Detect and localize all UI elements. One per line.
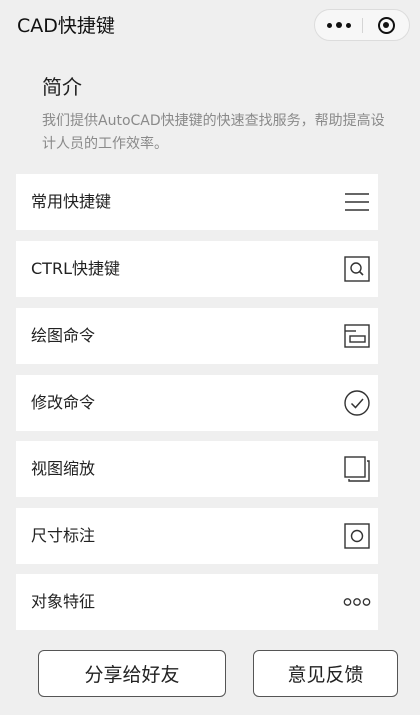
more-options-icon[interactable] xyxy=(315,10,362,40)
search-box-icon xyxy=(344,256,370,282)
intro-heading: 简介 xyxy=(42,75,82,99)
check-circle-icon xyxy=(344,390,370,416)
menu-item-label: 常用快捷键 xyxy=(31,192,112,211)
menu-item-label: 绘图命令 xyxy=(31,326,96,345)
menu-item-label: 视图缩放 xyxy=(31,459,96,478)
mini-program-capsule xyxy=(314,9,410,41)
hamburger-icon xyxy=(345,193,369,211)
page-title: CAD快捷键 xyxy=(17,15,115,37)
menu-item-drawing-commands[interactable]: 绘图命令 xyxy=(16,308,378,364)
menu-item-label: CTRL快捷键 xyxy=(31,259,120,278)
copy-icon xyxy=(344,456,370,482)
folder-icon xyxy=(344,324,370,348)
menu-item-view-zoom[interactable]: 视图缩放 xyxy=(16,441,378,497)
menu-item-dimension[interactable]: 尺寸标注 xyxy=(16,508,378,564)
share-button[interactable]: 分享给好友 xyxy=(38,650,226,697)
feedback-button[interactable]: 意见反馈 xyxy=(253,650,398,697)
navigation-bar: CAD快捷键 xyxy=(0,0,420,52)
intro-description: 我们提供AutoCAD快捷键的快速查找服务，帮助提高设计人员的工作效率。 xyxy=(42,113,385,152)
menu-item-label: 尺寸标注 xyxy=(31,526,96,545)
menu-item-object-properties[interactable]: 对象特征 xyxy=(16,574,378,630)
menu-item-common-shortcuts[interactable]: 常用快捷键 xyxy=(16,174,378,230)
menu-item-label: 对象特征 xyxy=(31,592,96,611)
menu-item-ctrl-shortcuts[interactable]: CTRL快捷键 xyxy=(16,241,378,297)
close-target-icon[interactable] xyxy=(363,10,409,40)
more-dots-icon xyxy=(343,598,371,606)
menu-item-modify-commands[interactable]: 修改命令 xyxy=(16,375,378,431)
menu-item-label: 修改命令 xyxy=(31,393,96,412)
circle-box-icon xyxy=(344,523,370,549)
